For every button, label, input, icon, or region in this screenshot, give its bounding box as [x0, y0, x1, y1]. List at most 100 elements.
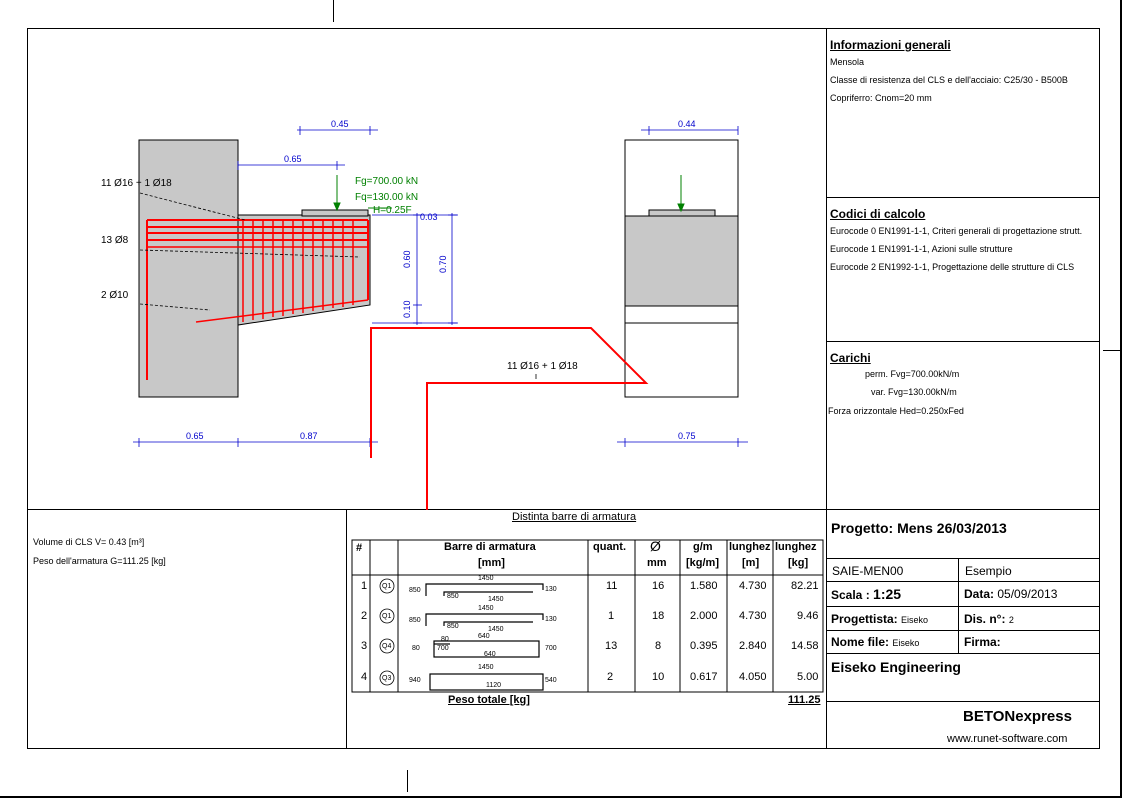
- row-quant: 2: [607, 671, 614, 683]
- crop-mark-bottom: [407, 770, 408, 792]
- dim-label: 0.10: [402, 300, 412, 318]
- section-label: 11 Ø16 + 1 Ø18: [507, 361, 578, 372]
- product-name: BETONexpress: [963, 708, 1072, 725]
- cartiglio-line: [826, 653, 1099, 654]
- bar-dim: 850: [409, 587, 421, 594]
- row-diam: 16: [652, 580, 665, 592]
- rebar-label-bot: 2 Ø10: [101, 290, 129, 301]
- info-title: Informazioni generali: [830, 38, 951, 52]
- sep-codici: [826, 341, 1099, 342]
- row-pos: Q3: [382, 675, 392, 682]
- codici-line: Eurocode 2 EN1992-1-1, Progettazione del…: [830, 262, 1075, 272]
- dim-label: 0.45: [331, 119, 349, 129]
- peso-armatura: Peso dell'armatura G=111.25 [kg]: [33, 556, 166, 566]
- cartiglio-line: [826, 701, 1099, 702]
- row-lung: 4.730: [739, 580, 767, 592]
- bar-dim: 1450: [478, 605, 494, 612]
- th-lung-unit: [m]: [742, 557, 760, 569]
- dis-value: 2: [1008, 615, 1014, 625]
- volume-cls: Volume di CLS V= 0.43 [m³]: [33, 537, 145, 547]
- bar-dim: 130: [545, 616, 557, 623]
- load-label-h: H=0.25F: [373, 205, 412, 216]
- progetto-title: Progetto: Mens 26/03/2013: [831, 520, 1007, 536]
- row-gm: 2.000: [690, 610, 718, 622]
- carichi-hor: Forza orizzontale Hed=0.250xFed: [828, 406, 964, 416]
- row-num: 2: [361, 610, 368, 622]
- row-circles: [379, 578, 395, 686]
- row-gm: 0.617: [690, 671, 718, 683]
- website-link[interactable]: www.runet-software.com: [947, 733, 1067, 745]
- dim-label: 0.60: [402, 250, 412, 268]
- th-barre-unit: [mm]: [478, 557, 505, 569]
- row-pos: Q1: [382, 613, 392, 620]
- nomefile-value: Eiseko: [892, 638, 920, 648]
- distinta-title: Distinta barre di armatura: [512, 511, 637, 523]
- info-element: Mensola: [830, 57, 865, 67]
- firma-field: Firma:: [964, 635, 1001, 649]
- th-gm: g/m: [693, 541, 713, 553]
- bar-dim: 850: [409, 617, 421, 624]
- bearing-plate-side: [301, 209, 369, 217]
- row-lung: 4.050: [739, 671, 767, 683]
- row-num: 1: [361, 580, 368, 592]
- row-pos: Q4: [382, 643, 392, 650]
- right-column-line: [826, 28, 827, 748]
- carichi-perm: perm. Fvg=700.00kN/m: [865, 369, 960, 379]
- codici-title: Codici di calcolo: [830, 207, 926, 221]
- row-pos: Q1: [382, 583, 392, 590]
- row-diam: 18: [652, 610, 665, 622]
- row-lung: 2.840: [739, 640, 767, 652]
- row-kg: 82.21: [791, 580, 819, 592]
- bar-dim: 640: [478, 633, 490, 640]
- row-gm: 1.580: [690, 580, 718, 592]
- nomefile-field: Nome file: Eiseko: [831, 635, 920, 649]
- row-quant: 13: [605, 640, 618, 652]
- cartiglio-line: [826, 630, 1099, 631]
- th-num: #: [356, 542, 363, 554]
- code-value: SAIE-MEN00: [832, 564, 904, 578]
- scala-value: 1:25: [873, 586, 902, 602]
- load-label-fq: Fq=130.00 kN: [355, 192, 419, 203]
- bearing-plate-front: [648, 209, 716, 217]
- progettista-field: Progettista: Eiseko: [831, 612, 929, 626]
- esempio-value: Esempio: [965, 564, 1012, 578]
- bar-dim: 850: [447, 593, 459, 600]
- row-quant: 11: [606, 580, 618, 592]
- row-quant: 1: [608, 610, 615, 622]
- bar-dim: 1120: [486, 682, 502, 689]
- progettista-value: Eiseko: [901, 615, 929, 625]
- dim-label: 0.44: [678, 119, 696, 129]
- rebar-label-top: 11 Ø16 + 1 Ø18: [101, 178, 172, 189]
- row-num: 4: [361, 671, 368, 683]
- th-diam: Ø: [650, 538, 661, 554]
- cartiglio-line: [826, 558, 1099, 559]
- row-num: 3: [361, 640, 368, 652]
- data-field: Data: 05/09/2013: [964, 587, 1058, 601]
- row-kg: 14.58: [791, 640, 819, 652]
- sep-volume: [346, 509, 347, 748]
- sep-info: [826, 197, 1099, 198]
- row-gm: 0.395: [690, 640, 718, 652]
- company-name: Eiseko Engineering: [831, 659, 961, 675]
- th-peso: lunghez: [775, 541, 817, 553]
- dim-label: 0.65: [284, 154, 302, 164]
- bar-dim: 1450: [488, 626, 504, 633]
- th-diam-unit: mm: [647, 557, 667, 569]
- info-classe: Classe di resistenza del CLS e dell'acci…: [830, 75, 1068, 85]
- bar-dim: 1450: [478, 664, 494, 671]
- th-gm-unit: [kg/m]: [686, 557, 719, 569]
- carichi-title: Carichi: [830, 351, 871, 365]
- bar-dim: 1450: [488, 596, 504, 603]
- total-value: 111.25: [788, 694, 821, 706]
- bar-dim: 850: [447, 623, 459, 630]
- section-cut-line: [370, 327, 649, 510]
- bar-dim: 80: [412, 645, 420, 652]
- scala-label: Scala : 1:25: [831, 586, 902, 602]
- dim-label: 0.75: [678, 431, 696, 441]
- th-quant: quant.: [593, 541, 626, 553]
- bar-dim: 540: [545, 677, 557, 684]
- bar-dim: 700: [545, 645, 557, 652]
- dim-label: 0.70: [438, 255, 448, 273]
- bar-dim: 940: [409, 677, 421, 684]
- load-label-fg: Fg=700.00 kN: [355, 176, 419, 187]
